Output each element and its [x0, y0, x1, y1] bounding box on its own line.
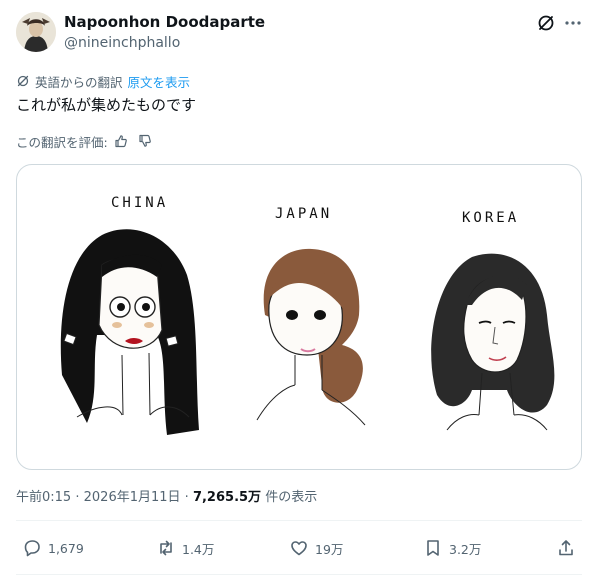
- rate-translation-row: この翻訳を評価:: [16, 132, 152, 150]
- korea-figure: [431, 253, 555, 431]
- view-count: 7,265.5万: [192, 490, 262, 505]
- avatar-image: [16, 12, 56, 52]
- like-button[interactable]: 19万: [289, 537, 343, 559]
- bookmark-icon: [427, 540, 439, 556]
- media-drawing: CHINA JAPAN KOREA: [60, 195, 555, 435]
- thumbs-down-icon[interactable]: [138, 134, 152, 148]
- reply-button[interactable]: 1,679: [22, 537, 84, 559]
- china-figure: [60, 229, 200, 435]
- like-count: 19万: [315, 541, 344, 557]
- china-label: CHINA: [111, 195, 168, 211]
- tweet-date[interactable]: 2026年1月11日: [84, 490, 181, 505]
- view-suffix: 件の表示: [265, 490, 318, 505]
- share-button[interactable]: [556, 537, 582, 559]
- grok-icon[interactable]: [536, 13, 556, 33]
- repost-count: 1.4万: [182, 541, 215, 557]
- korea-label: KOREA: [462, 210, 519, 226]
- japan-label: JAPAN: [275, 206, 332, 222]
- author-avatar[interactable]: [16, 12, 56, 52]
- rate-translation-label: この翻訳を評価:: [16, 134, 108, 150]
- heart-icon: [291, 541, 307, 556]
- more-icon[interactable]: [563, 13, 583, 33]
- japan-figure: [256, 248, 366, 426]
- share-icon: [559, 540, 573, 556]
- repost-button[interactable]: 1.4万: [156, 537, 214, 559]
- reply-icon: [24, 540, 40, 557]
- translate-icon: [17, 75, 29, 87]
- reply-count: 1,679: [48, 540, 84, 556]
- divider: [16, 520, 582, 521]
- thumbs-up-icon[interactable]: [114, 134, 128, 148]
- author-display-name[interactable]: Napoonhon Doodaparte: [64, 13, 265, 31]
- meta-separator: ·: [75, 490, 80, 505]
- tweet-text: これが私が集めたものです: [16, 96, 197, 114]
- tweet-time[interactable]: 午前0:15: [16, 490, 71, 505]
- translation-label: 英語からの翻訳: [35, 74, 123, 90]
- tweet-media-image[interactable]: CHINA JAPAN KOREA: [16, 164, 582, 470]
- divider: [16, 574, 582, 575]
- show-original-link[interactable]: 原文を表示: [128, 72, 191, 91]
- repost-icon: [160, 540, 172, 556]
- tweet-meta: 午前0:15 · 2026年1月11日 · 7,265.5万 件の表示: [16, 486, 317, 505]
- translation-row: 英語からの翻訳 原文を表示: [16, 72, 190, 90]
- bookmark-button[interactable]: 3.2万: [423, 537, 481, 559]
- meta-separator: ·: [184, 490, 189, 505]
- bookmark-count: 3.2万: [449, 541, 482, 557]
- author-handle[interactable]: @nineinchphallo: [64, 35, 180, 51]
